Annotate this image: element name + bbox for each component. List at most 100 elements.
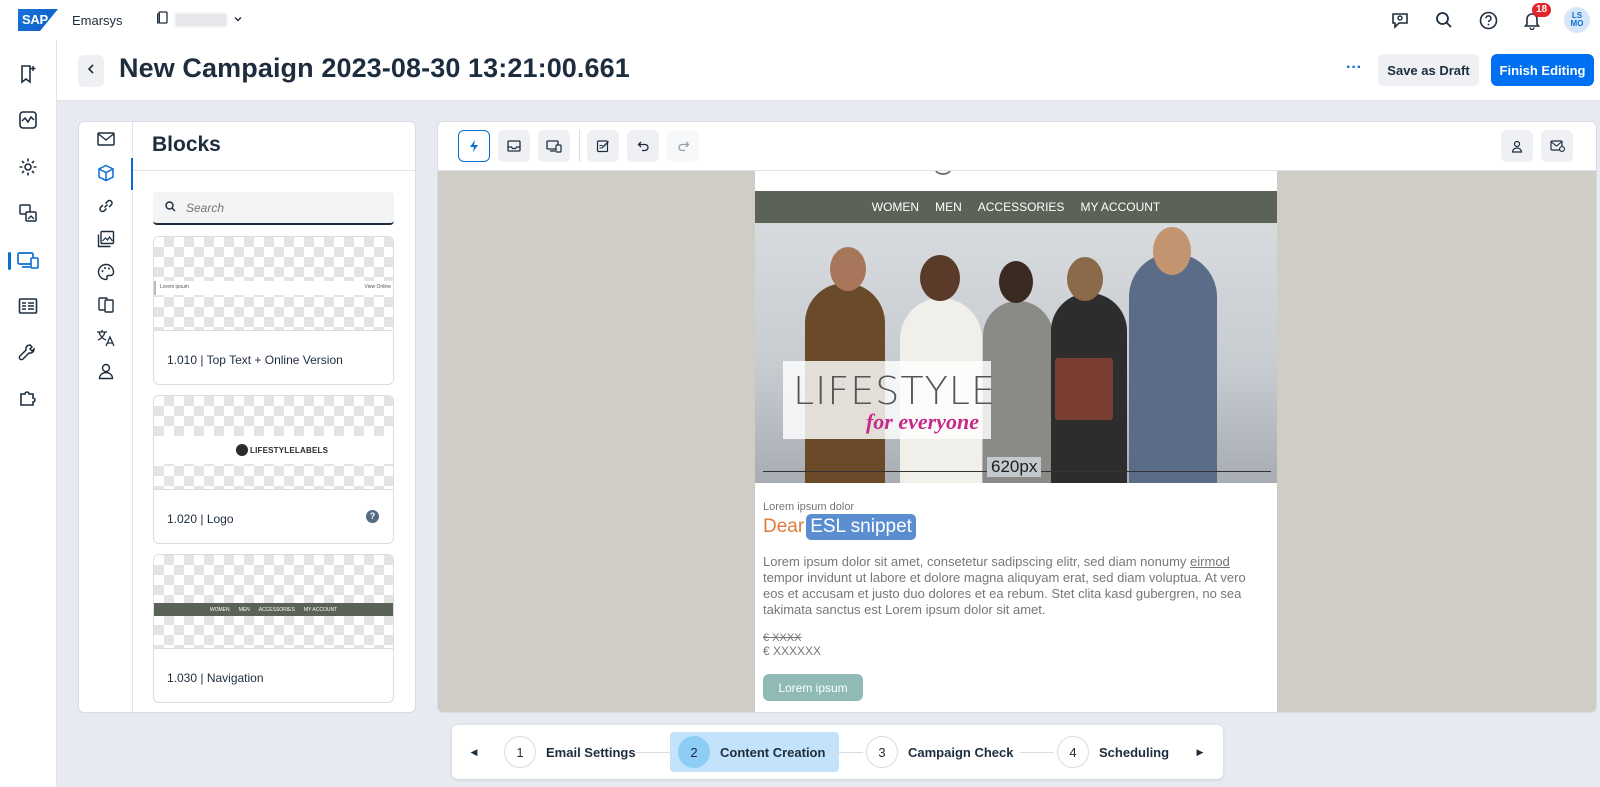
thumb-right-text: View Online — [364, 284, 391, 290]
shopping-bag — [1055, 358, 1113, 420]
search-icon — [165, 199, 176, 217]
wrench-icon[interactable] — [16, 340, 40, 364]
new-price: € XXXXXX — [763, 644, 822, 658]
blocks-search[interactable] — [153, 192, 394, 225]
step-email-settings[interactable]: 1 Email Settings — [504, 725, 636, 779]
email-nav-item[interactable]: MY ACCOUNT — [1080, 200, 1160, 214]
help-icon[interactable]: ? — [366, 510, 379, 523]
step-content-creation[interactable]: 2 Content Creation — [670, 732, 840, 772]
form-icon[interactable] — [16, 294, 40, 318]
pages-icon[interactable] — [95, 294, 117, 316]
logo-mark-icon — [236, 444, 248, 456]
hero-image[interactable]: LIFESTYLE for everyone 620px — [755, 223, 1277, 483]
personalization-icon[interactable] — [1501, 130, 1533, 162]
sap-logo[interactable]: SAP — [18, 9, 58, 31]
email-body[interactable]: Lorem ipsum dolor Dear ESL snippet Lorem… — [755, 483, 1277, 701]
step-label: Email Settings — [546, 744, 636, 760]
notification-bell-icon[interactable]: 18 — [1520, 3, 1552, 32]
search-input[interactable] — [186, 200, 366, 215]
step-number: 2 — [678, 736, 710, 768]
test-mail-icon[interactable] — [1541, 130, 1573, 162]
email-nav-item[interactable]: ACCESSORIES — [978, 200, 1065, 214]
thumb-left-text: Lorem ipsum — [160, 284, 189, 290]
more-options-button[interactable]: ··· — [1342, 58, 1366, 82]
campaign-stepper: ◀ 1 Email Settings 2 Content Creation 3 … — [452, 725, 1223, 779]
block-card-navigation[interactable]: WOMEN MEN ACCESSORIES MY ACCOUNT 1.030 |… — [153, 554, 394, 703]
responsive-devices-icon[interactable] — [16, 248, 40, 272]
left-navigation — [0, 40, 57, 787]
editor-toolbar — [438, 122, 1596, 171]
device-preview-icon[interactable] — [538, 130, 570, 162]
blocks-title: Blocks — [152, 133, 221, 156]
help-icon[interactable] — [1476, 8, 1500, 32]
thumb-nav-item: WOMEN — [209, 606, 230, 613]
step-label: Content Creation — [720, 744, 826, 760]
block-card-label: 1.020 | Logo — [167, 512, 234, 526]
bookmark-sparkle-icon[interactable] — [16, 62, 40, 86]
analytics-icon[interactable] — [16, 108, 40, 132]
email-nav-item[interactable]: WOMEN — [872, 200, 919, 214]
email-preview[interactable]: WOMEN MEN ACCESSORIES MY ACCOUNT LIFESTY… — [755, 171, 1277, 712]
lifestyle-overlay: LIFESTYLE for everyone — [783, 361, 995, 439]
link-icon[interactable] — [95, 195, 117, 217]
block-card-top-text[interactable]: Lorem ipsum View Online 1.010 | Top Text… — [153, 236, 394, 385]
building-icon — [156, 11, 169, 29]
account-name-redacted — [174, 13, 227, 27]
greeting-text: Dear — [763, 516, 805, 537]
email-navigation[interactable]: WOMEN MEN ACCESSORIES MY ACCOUNT — [755, 191, 1277, 223]
images-icon[interactable] — [95, 228, 117, 250]
media-icon[interactable] — [16, 201, 40, 225]
finish-editing-button[interactable]: Finish Editing — [1491, 54, 1594, 86]
assistant-icon[interactable] — [1388, 8, 1412, 32]
logo-fragment-icon — [935, 171, 951, 175]
search-icon[interactable] — [1432, 8, 1456, 32]
shell-bar: SAP Emarsys 18 LS MO — [0, 0, 1600, 40]
block-card-logo[interactable]: LIFESTYLELABELS 1.020 | Logo ? — [153, 395, 394, 544]
notification-badge: 18 — [1532, 3, 1552, 17]
step-connector — [636, 752, 672, 753]
account-switcher[interactable] — [156, 11, 243, 29]
edit-check-icon[interactable] — [587, 130, 619, 162]
hero-figure-head — [1067, 257, 1103, 301]
undo-icon[interactable] — [627, 130, 659, 162]
stepper-next-arrow-icon[interactable]: ▶ — [1192, 744, 1208, 760]
back-button[interactable] — [78, 55, 104, 87]
greeting-row: Dear ESL snippet — [763, 514, 1269, 540]
step-scheduling[interactable]: 4 Scheduling — [1057, 725, 1169, 779]
stepper-prev-arrow-icon[interactable]: ◀ — [466, 744, 482, 760]
lightning-icon[interactable] — [458, 130, 490, 162]
thumb-nav-item: MEN — [238, 606, 250, 613]
hero-title: LIFESTYLE — [793, 369, 996, 413]
body-text-start: Lorem ipsum dolor sit amet, consetetur s… — [763, 554, 1191, 569]
toolbar-separator — [579, 130, 580, 162]
cta-button[interactable]: Lorem ipsum — [763, 674, 863, 701]
settings-gear-icon[interactable] — [16, 155, 40, 179]
translate-icon[interactable] — [95, 327, 117, 349]
step-number: 1 — [504, 736, 536, 768]
thumb-nav-item: MY ACCOUNT — [303, 606, 338, 613]
campaign-header: New Campaign 2023-08-30 13:21:00.661 ···… — [57, 40, 1600, 101]
hero-figure-head — [1153, 227, 1191, 275]
redo-icon[interactable] — [667, 130, 699, 162]
old-price: € XXXX — [763, 632, 802, 644]
width-measure-label: 620px — [987, 457, 1042, 477]
step-campaign-check[interactable]: 3 Campaign Check — [866, 725, 1013, 779]
step-connector — [1020, 752, 1054, 753]
thumb-nav-item: ACCESSORIES — [258, 606, 295, 613]
user-avatar[interactable]: LS MO — [1564, 7, 1590, 33]
esl-snippet-chip[interactable]: ESL snippet — [806, 514, 916, 540]
mail-icon[interactable] — [95, 128, 117, 150]
save-as-draft-button[interactable]: Save as Draft — [1378, 54, 1479, 86]
body-link[interactable]: eirmod — [1190, 554, 1230, 569]
step-connector — [829, 752, 863, 753]
chevron-left-icon — [86, 62, 96, 80]
email-nav-item[interactable]: MEN — [935, 200, 962, 214]
person-icon[interactable] — [95, 360, 117, 382]
block-card-label: 1.010 | Top Text + Online Version — [167, 353, 343, 367]
cube-icon[interactable] — [95, 162, 117, 184]
puzzle-icon[interactable] — [16, 386, 40, 410]
blocks-panel: Blocks Lorem ipsum View Online 1.010 | T… — [78, 121, 416, 713]
inbox-preview-icon[interactable] — [498, 130, 530, 162]
palette-icon[interactable] — [95, 261, 117, 283]
email-top-strip — [755, 171, 1277, 191]
